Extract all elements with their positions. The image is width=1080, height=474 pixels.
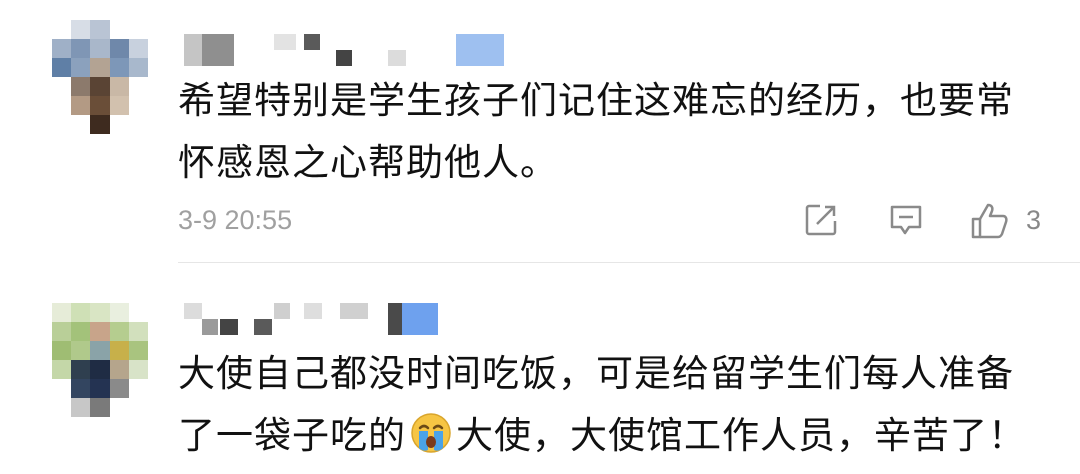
username-pixelated[interactable] [184, 303, 464, 335]
avatar[interactable] [52, 20, 148, 134]
comment-meta: 3-9 20:55 3 [178, 200, 1048, 240]
timestamp: 3-9 20:55 [178, 205, 293, 235]
like-icon[interactable] [970, 202, 1010, 244]
comment-2: 大使自己都没时间吃饭，可是给留学生们每人准备了一袋子吃的 大使，大使馆工作人员，… [0, 263, 1080, 474]
comment-text: 大使自己都没时间吃饭，可是给留学生们每人准备了一袋子吃的 大使，大使馆工作人员，… [178, 343, 1038, 467]
share-icon[interactable] [803, 202, 839, 242]
like-count: 3 [1026, 205, 1042, 235]
comment-icon[interactable] [888, 202, 924, 242]
comment-text-part: 大使，大使馆工作人员，辛苦了！ [456, 414, 1026, 457]
username-pixelated[interactable] [184, 34, 514, 66]
avatar[interactable] [52, 303, 148, 417]
comment-text: 希望特别是学生孩子们记住这难忘的经历，也要常怀感恩之心帮助他人。 [178, 79, 1014, 184]
comment-1: 希望特别是学生孩子们记住这难忘的经历，也要常怀感恩之心帮助他人。 3-9 20:… [0, 0, 1080, 262]
crying-face-emoji [410, 411, 452, 453]
